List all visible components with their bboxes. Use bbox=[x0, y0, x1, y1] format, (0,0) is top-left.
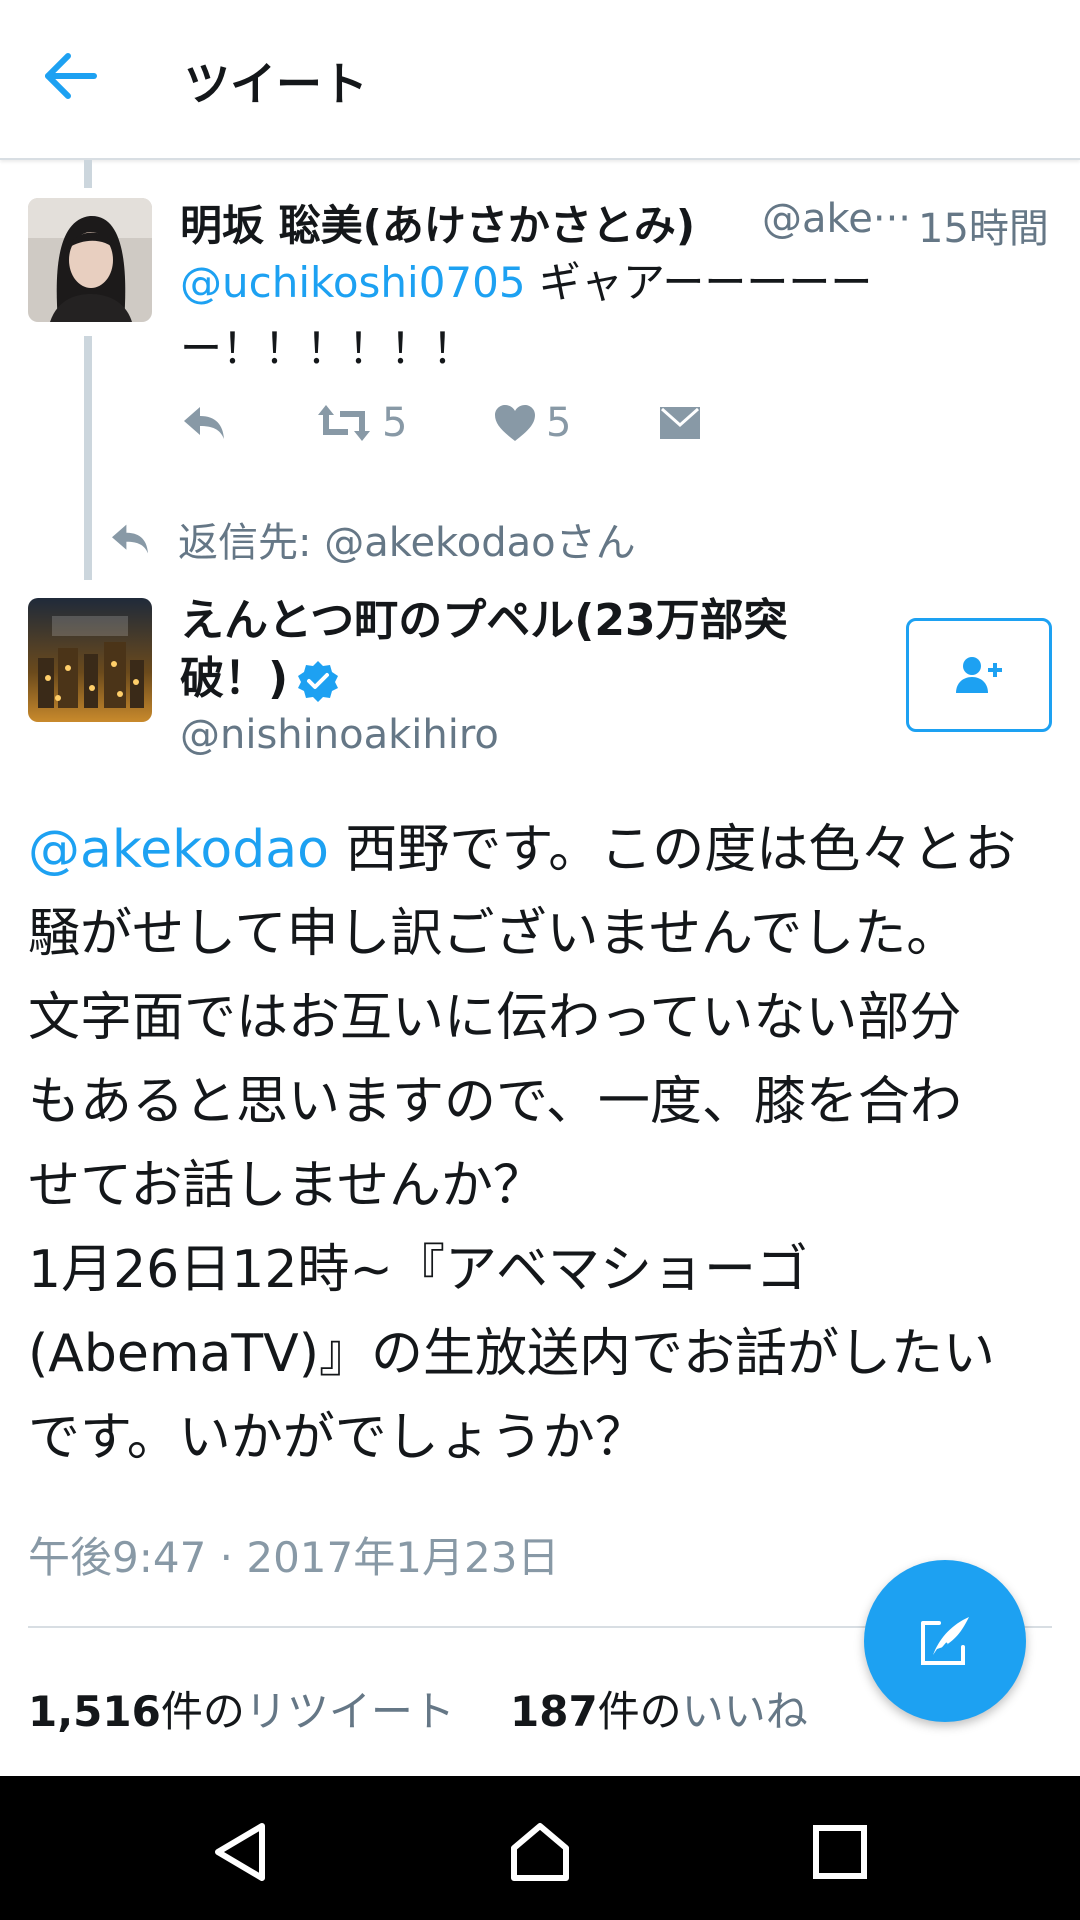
like-stats[interactable]: 187件のいいね bbox=[510, 1678, 808, 1739]
compose-tweet-icon bbox=[921, 1617, 969, 1665]
retweet-stats[interactable]: 1,516件のリツイート bbox=[28, 1678, 455, 1739]
reply-icon bbox=[184, 407, 224, 439]
reply-to-label: 返信先: @akekodaoさん bbox=[178, 520, 636, 566]
avatar-parent-author[interactable] bbox=[28, 198, 152, 322]
tweet-line: 騒がせして申し訳ございませんでした。 bbox=[28, 904, 959, 964]
like-count: 5 bbox=[546, 400, 572, 446]
parent-author-handle: @ake··· bbox=[762, 196, 912, 242]
main-author-name-text: えんとつ町のプペル(23万部突破！) bbox=[180, 595, 788, 704]
tweet-line: (AbemaTV)』の生放送内でお話がしたい bbox=[28, 1324, 996, 1384]
main-mention-link[interactable]: @akekodao bbox=[28, 820, 329, 880]
tweet-line: もあると思いますので、一度、膝を合わ bbox=[28, 1072, 962, 1132]
reply-button[interactable] bbox=[180, 398, 228, 448]
retweet-label: リツイート bbox=[244, 1687, 455, 1736]
retweet-icon bbox=[318, 405, 370, 441]
app-header: ツイート bbox=[0, 0, 1080, 160]
envelope-icon bbox=[660, 407, 700, 439]
verified-badge-icon bbox=[298, 661, 339, 702]
retweet-button[interactable]: 5 bbox=[316, 398, 407, 448]
retweet-total: 1,516 bbox=[28, 1687, 161, 1736]
system-nav-bar bbox=[0, 1776, 1080, 1920]
nav-home-icon bbox=[511, 1823, 569, 1881]
thread-line-connector bbox=[84, 336, 92, 580]
reply-icon bbox=[112, 524, 148, 554]
tweet-line: 1月26日12時~『アベマショーゴ bbox=[28, 1240, 808, 1300]
parent-author-name[interactable]: 明坂 聡美(あけさかさとみ) bbox=[180, 192, 695, 253]
nav-home-button[interactable] bbox=[500, 1812, 580, 1892]
back-button[interactable] bbox=[40, 45, 102, 107]
main-author-name[interactable]: えんとつ町のプペル(23万部突破！) bbox=[180, 592, 820, 708]
main-tweet-text: @akekodao 西野です。この度は色々とお 騒がせして申し訳ございませんでし… bbox=[28, 808, 1058, 1480]
nav-back-icon bbox=[215, 1823, 265, 1881]
tweet-timestamp: 午後9:47 · 2017年1月23日 bbox=[28, 1533, 560, 1582]
heart-icon bbox=[495, 405, 535, 441]
parent-tweet-text: @uchikoshi0705 ギャアーーーーー ー！！！！！！ bbox=[180, 250, 880, 382]
like-unit: 件の bbox=[597, 1687, 682, 1736]
dm-button[interactable] bbox=[658, 398, 702, 448]
page-title: ツイート bbox=[184, 57, 368, 111]
follow-user-icon bbox=[956, 657, 1002, 693]
like-label: いいね bbox=[681, 1687, 808, 1736]
compose-button[interactable] bbox=[864, 1560, 1026, 1722]
avatar-book-cover bbox=[28, 598, 152, 722]
nav-recents-icon bbox=[813, 1825, 867, 1879]
parent-text-line1: ギャアーーーーー bbox=[525, 258, 873, 307]
parent-tweet-time: 15時間 bbox=[918, 206, 1049, 252]
parent-mention-link[interactable]: @uchikoshi0705 bbox=[180, 258, 526, 307]
avatar-main-author[interactable] bbox=[28, 598, 152, 722]
tweet-line: です。いかがでしょうか？ bbox=[28, 1408, 647, 1468]
like-button[interactable]: 5 bbox=[494, 398, 571, 448]
nav-recents-button[interactable] bbox=[800, 1812, 880, 1892]
like-total: 187 bbox=[510, 1687, 598, 1736]
nav-back-button[interactable] bbox=[200, 1812, 280, 1892]
tweet-line: 文字面ではお互いに伝わっていない部分 bbox=[28, 988, 962, 1048]
reply-to-indicator[interactable]: 返信先: @akekodaoさん bbox=[108, 512, 636, 566]
tweet-line: 西野です。この度は色々とお bbox=[328, 820, 1017, 880]
arrow-left-icon bbox=[45, 53, 97, 99]
parent-text-line2: ー！！！！！！ bbox=[180, 324, 475, 373]
retweet-unit: 件の bbox=[160, 1687, 245, 1736]
follow-button[interactable] bbox=[906, 618, 1052, 732]
avatar-photo-woman bbox=[28, 198, 152, 322]
main-author-handle: @nishinoakihiro bbox=[180, 712, 499, 758]
tweet-line: せてお話しませんか？ bbox=[28, 1156, 545, 1216]
thread-line-top bbox=[84, 160, 92, 188]
retweet-count: 5 bbox=[382, 400, 408, 446]
